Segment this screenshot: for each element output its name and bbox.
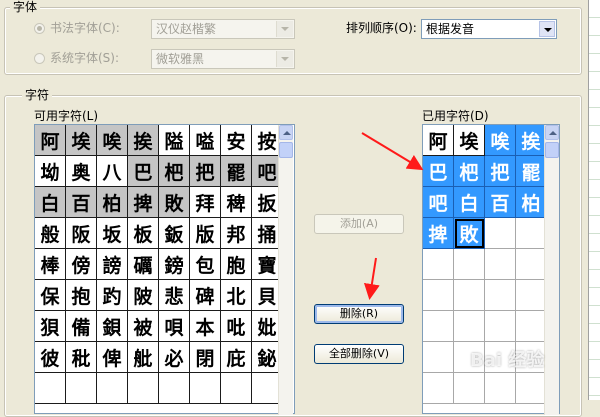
background-window-strip [588, 0, 600, 400]
arrow-to-delete-button [363, 257, 380, 300]
annotation-arrows [361, 132, 424, 300]
arrow-to-used-chars [361, 132, 424, 171]
watermark: Bai 经验 [470, 350, 545, 371]
